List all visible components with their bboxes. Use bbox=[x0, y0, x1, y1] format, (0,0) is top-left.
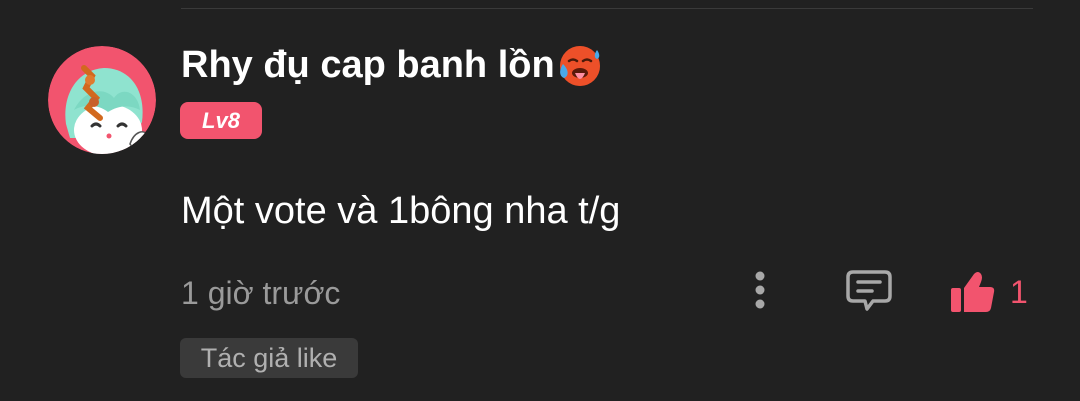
hot-face-emoji-icon bbox=[559, 46, 600, 86]
divider bbox=[181, 8, 1033, 9]
username[interactable]: Rhy đụ cap banh lồn bbox=[181, 40, 603, 90]
more-options-button[interactable] bbox=[744, 266, 776, 314]
avatar-image bbox=[48, 46, 156, 154]
timestamp: 1 giờ trước bbox=[181, 275, 341, 311]
level-badge-text: Lv8 bbox=[202, 107, 240, 133]
thumbs-up-icon bbox=[951, 272, 995, 312]
username-text: Rhy đụ cap banh lồn bbox=[181, 43, 555, 86]
level-badge: Lv8 bbox=[180, 102, 262, 139]
comment-text: Một vote và 1bông nha t/g bbox=[181, 190, 621, 232]
avatar[interactable] bbox=[48, 46, 156, 154]
like-button[interactable]: 1 bbox=[948, 266, 1028, 318]
author-like-badge: Tác giả like bbox=[180, 338, 358, 378]
more-vertical-icon bbox=[755, 271, 765, 309]
reply-button[interactable] bbox=[842, 266, 896, 316]
author-like-label: Tác giả like bbox=[200, 342, 338, 373]
like-count: 1 bbox=[1010, 273, 1028, 310]
comment-bubble-icon bbox=[846, 270, 892, 311]
